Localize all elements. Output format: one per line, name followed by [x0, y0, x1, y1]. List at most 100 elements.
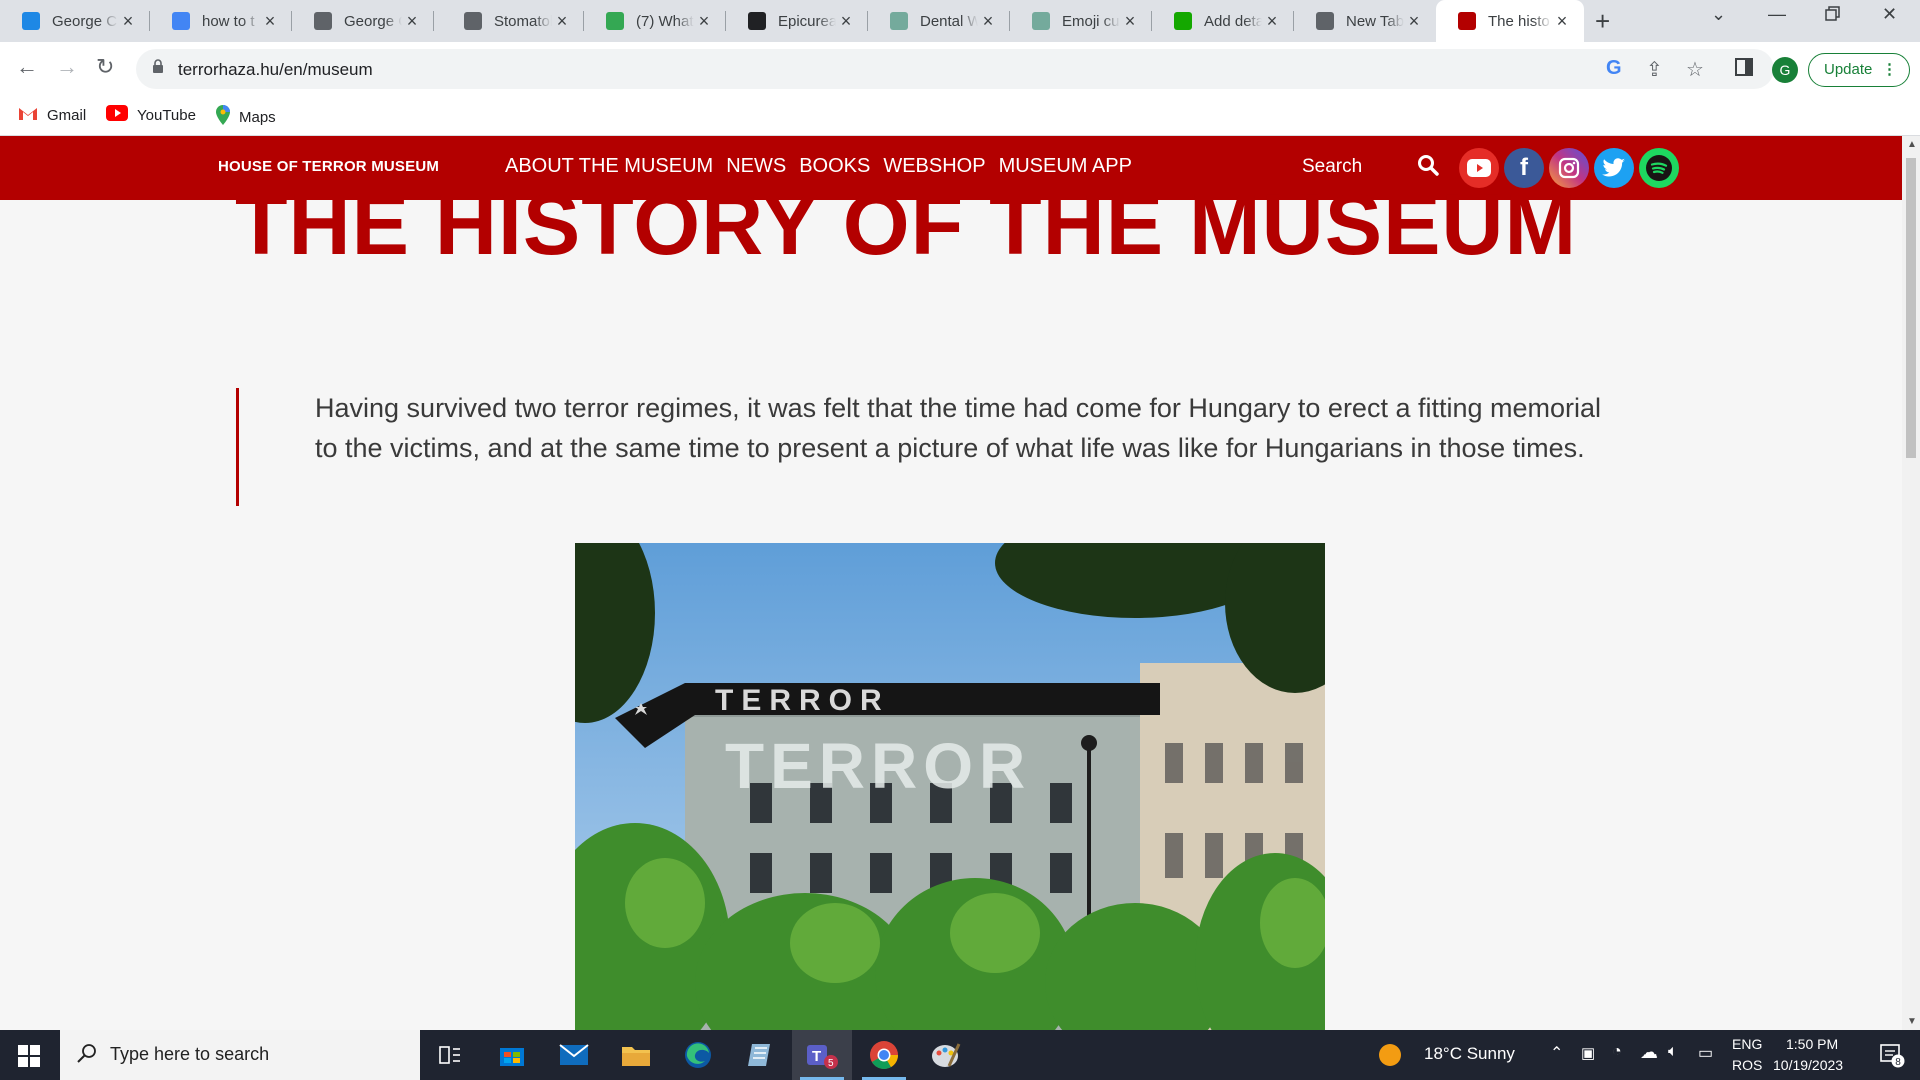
bookmark-youtube[interactable]: YouTube: [106, 105, 196, 125]
close-tab-icon[interactable]: ×: [694, 11, 714, 32]
language-bottom[interactable]: ROS: [1732, 1057, 1762, 1073]
browser-tab[interactable]: New Tab ×: [1294, 0, 1436, 42]
forward-icon[interactable]: →: [56, 54, 78, 80]
share-icon[interactable]: ⇪: [1646, 57, 1663, 82]
battery-icon[interactable]: ▭: [1698, 1043, 1713, 1063]
close-tab-icon[interactable]: ×: [552, 11, 572, 32]
maps-icon: [216, 105, 230, 129]
onedrive-icon[interactable]: ☁: [1640, 1042, 1658, 1063]
microsoft-store-icon[interactable]: [482, 1030, 542, 1080]
tab-title: Add deta: [1204, 12, 1262, 30]
olx-icon: [748, 12, 766, 30]
google-icon: [172, 12, 190, 30]
tab-title: Dental W: [920, 12, 978, 30]
maximize-icon[interactable]: [1825, 6, 1841, 27]
browser-tab[interactable]: Emoji cu ×: [1010, 0, 1152, 42]
notes-app-icon[interactable]: [730, 1030, 790, 1080]
browser-tab[interactable]: how to t ×: [150, 0, 292, 42]
menu-about[interactable]: ABOUT THE MUSEUM: [505, 155, 713, 178]
volume-icon[interactable]: 🔈︎: [1668, 1043, 1678, 1061]
close-tab-icon[interactable]: ×: [1120, 11, 1140, 32]
scroll-thumb[interactable]: [1906, 158, 1916, 458]
notification-count: 8: [1895, 1057, 1901, 1068]
edge-icon[interactable]: [668, 1030, 728, 1080]
chatgpt-icon: [1032, 12, 1050, 30]
update-button[interactable]: Update ⋮: [1808, 53, 1910, 87]
address-bar[interactable]: terrorhaza.hu/en/museum G ⇪ ☆: [136, 49, 1774, 89]
browser-tab[interactable]: Epicurea ×: [726, 0, 868, 42]
browser-tab[interactable]: Dental W ×: [868, 0, 1010, 42]
close-tab-icon[interactable]: ×: [260, 11, 280, 32]
browser-tab[interactable]: The histo ×: [1436, 0, 1584, 42]
close-tab-icon[interactable]: ×: [978, 11, 998, 32]
close-tab-icon[interactable]: ×: [118, 11, 138, 32]
google-lens-icon[interactable]: G: [1606, 57, 1622, 80]
meet-now-icon[interactable]: ▣: [1581, 1044, 1595, 1062]
vee-icon: [22, 12, 40, 30]
gmail-icon: [18, 105, 38, 125]
close-tab-icon[interactable]: ×: [1404, 11, 1424, 32]
close-tab-icon[interactable]: ×: [1552, 11, 1572, 32]
teams-icon[interactable]: T5: [792, 1030, 852, 1080]
back-icon[interactable]: ←: [16, 54, 38, 80]
windows-start-icon[interactable]: [18, 1045, 40, 1067]
menu-museum-app[interactable]: MUSEUM APP: [999, 155, 1132, 178]
bookmark-maps[interactable]: Maps: [216, 105, 276, 129]
weather-text[interactable]: 18°C Sunny: [1424, 1044, 1515, 1064]
reload-icon[interactable]: ↻: [96, 54, 114, 80]
tab-title: Emoji cu: [1062, 12, 1120, 30]
close-tab-icon[interactable]: ×: [836, 11, 856, 32]
close-tab-icon[interactable]: ×: [1262, 11, 1282, 32]
twitter-icon[interactable]: [1594, 148, 1634, 188]
menu-dots-icon[interactable]: ⋮: [1882, 54, 1897, 86]
page-scrollbar[interactable]: ▲ ▼: [1902, 136, 1920, 1030]
lock-icon: [153, 59, 163, 73]
quote-accent-bar: [236, 388, 239, 506]
task-view-icon[interactable]: [420, 1030, 480, 1080]
weather-sun-icon[interactable]: [1370, 1030, 1410, 1080]
browser-tab[interactable]: Add deta ×: [1152, 0, 1294, 42]
tab-search-chevron-icon[interactable]: ⌄: [1711, 4, 1726, 25]
tab-title: Stomatol: [494, 12, 552, 30]
close-tab-icon[interactable]: ×: [402, 11, 422, 32]
browser-tab[interactable]: (7) What ×: [584, 0, 726, 42]
taskbar-search-box[interactable]: Type here to search: [60, 1030, 420, 1080]
close-window-icon[interactable]: ✕: [1882, 4, 1897, 25]
url-text[interactable]: terrorhaza.hu/en/museum: [178, 60, 373, 80]
file-explorer-icon[interactable]: [606, 1030, 666, 1080]
bookmark-label: YouTube: [137, 106, 196, 124]
browser-tab[interactable]: George C×: [292, 0, 434, 42]
bookmark-star-icon[interactable]: ☆: [1686, 57, 1704, 82]
site-search-input[interactable]: Search: [1302, 156, 1362, 178]
tab-title: George C: [344, 12, 402, 30]
windows-taskbar: Type here to search T5 18°C Sunny ⌃ ▣ ◔ …: [0, 1030, 1920, 1080]
browser-tab[interactable]: George C×: [0, 0, 150, 42]
bookmark-gmail[interactable]: Gmail: [18, 105, 86, 125]
clock-time[interactable]: 1:50 PM: [1786, 1036, 1838, 1052]
minimize-icon[interactable]: —: [1768, 4, 1786, 25]
network-icon[interactable]: ◔: [1612, 1043, 1622, 1061]
menu-news[interactable]: NEWS: [726, 155, 786, 178]
site-brand[interactable]: HOUSE OF TERROR MUSEUM: [218, 158, 439, 175]
notification-center-icon[interactable]: 8: [1864, 1030, 1920, 1080]
new-tab-button[interactable]: +: [1595, 6, 1610, 37]
chrome-icon[interactable]: [854, 1030, 914, 1080]
spotify-icon[interactable]: [1639, 148, 1679, 188]
side-panel-icon[interactable]: [1735, 56, 1753, 82]
bookmarks-bar: Gmail YouTube Maps: [0, 96, 1920, 136]
search-icon[interactable]: [1417, 154, 1439, 176]
mail-icon[interactable]: [544, 1030, 604, 1080]
browser-tab[interactable]: Stomatol ×: [442, 0, 584, 42]
menu-books[interactable]: BOOKS: [799, 155, 870, 178]
menu-webshop[interactable]: WEBSHOP: [883, 155, 985, 178]
tray-chevron-icon[interactable]: ⌃: [1550, 1043, 1563, 1063]
language-top[interactable]: ENG: [1732, 1036, 1762, 1052]
profile-avatar[interactable]: G: [1772, 57, 1798, 83]
paint-app-icon[interactable]: [916, 1030, 976, 1080]
scroll-down-arrow-icon[interactable]: ▼: [1907, 1016, 1917, 1027]
clock-date[interactable]: 10/19/2023: [1773, 1057, 1843, 1073]
gc-icon: [314, 12, 332, 30]
chrome-icon: [1316, 12, 1334, 30]
youtube-icon: [106, 105, 128, 125]
scroll-up-arrow-icon[interactable]: ▲: [1907, 139, 1917, 150]
